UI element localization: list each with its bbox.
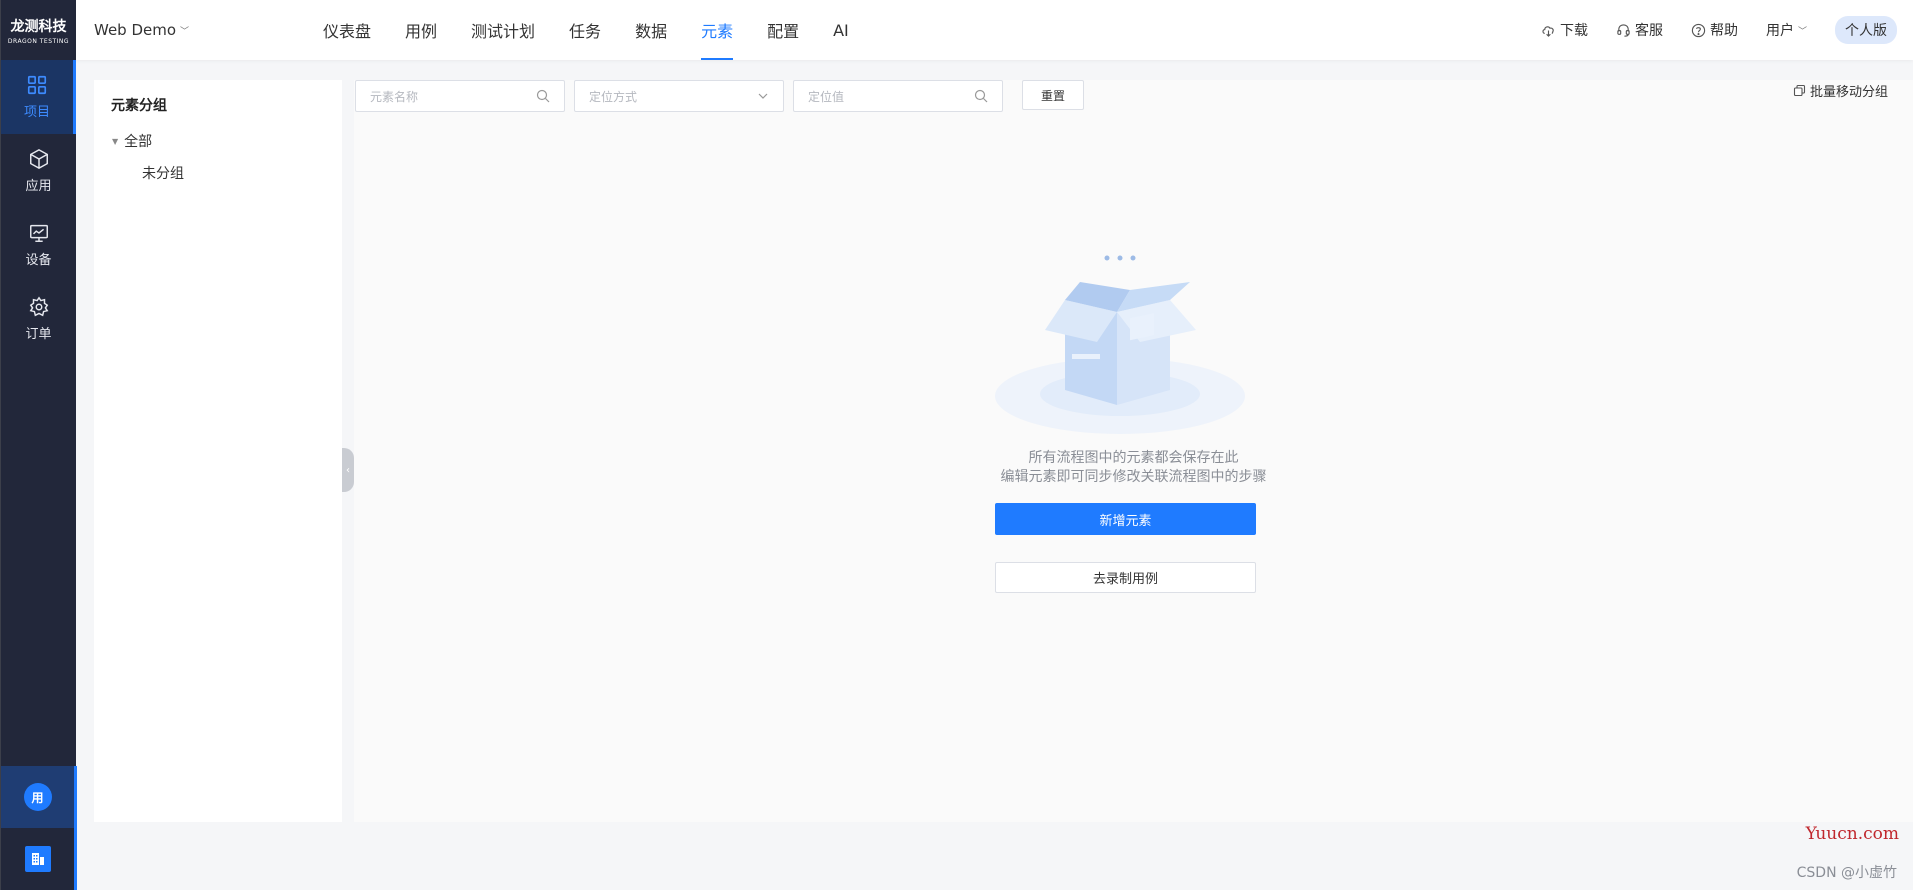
add-element-button[interactable]: 新增元素 bbox=[995, 503, 1256, 535]
reset-button[interactable]: 重置 bbox=[1022, 80, 1084, 110]
headset-icon bbox=[1617, 23, 1630, 37]
sidebar-item-label: 订单 bbox=[25, 327, 52, 342]
copy-icon bbox=[1793, 84, 1806, 97]
tab-test-plan[interactable]: 测试计划 bbox=[454, 0, 552, 60]
logo-cn: 龙测科技 bbox=[10, 18, 67, 35]
chevron-down-icon bbox=[757, 90, 769, 102]
tree-node-all[interactable]: ▼ 全部 bbox=[94, 125, 342, 157]
sidebar-item-label: 设备 bbox=[25, 253, 52, 268]
tab-data[interactable]: 数据 bbox=[618, 0, 684, 60]
sidebar-bottom: 用 bbox=[1, 766, 77, 890]
sidebar-item-order[interactable]: 订单 bbox=[1, 282, 76, 356]
tab-config[interactable]: 配置 bbox=[750, 0, 816, 60]
group-panel: 元素分组 ▼ 全部 未分组 bbox=[94, 80, 342, 822]
top-navbar: Web Demo ﹀ 仪表盘 用例 测试计划 任务 数据 元素 配置 AI 下载… bbox=[76, 0, 1913, 60]
help-link[interactable]: 帮助 bbox=[1691, 20, 1738, 40]
tab-tasks[interactable]: 任务 bbox=[552, 0, 618, 60]
collapse-panel-handle[interactable]: ‹ bbox=[342, 448, 354, 492]
service-label: 客服 bbox=[1634, 23, 1663, 39]
download-link[interactable]: 下载 bbox=[1541, 20, 1588, 40]
cloud-download-icon bbox=[1542, 25, 1554, 37]
site-watermark: Yuucn.com bbox=[1805, 824, 1899, 844]
user-menu[interactable]: 用户 ﹀ bbox=[1766, 20, 1807, 40]
credit-watermark: CSDN @小虚竹 bbox=[1796, 865, 1897, 881]
cube-icon bbox=[29, 148, 48, 170]
sidebar-item-project[interactable]: 项目 bbox=[1, 60, 76, 134]
top-right-actions: 下载 客服 帮助 用户 ﹀ 个人版 bbox=[1541, 16, 1913, 44]
tab-dashboard[interactable]: 仪表盘 bbox=[306, 0, 388, 60]
search-icon[interactable] bbox=[974, 89, 988, 103]
element-name-placeholder: 元素名称 bbox=[370, 89, 419, 104]
help-label: 帮助 bbox=[1709, 23, 1738, 39]
locate-value-placeholder: 定位值 bbox=[808, 89, 845, 104]
grid-icon bbox=[27, 75, 47, 95]
sidebar-item-app[interactable]: 应用 bbox=[1, 134, 76, 208]
edition-badge[interactable]: 个人版 bbox=[1835, 16, 1897, 44]
gear-icon bbox=[29, 296, 48, 317]
download-label: 下载 bbox=[1559, 23, 1588, 39]
monitor-icon bbox=[29, 224, 48, 242]
tab-cases[interactable]: 用例 bbox=[388, 0, 454, 60]
batch-move-group-button[interactable]: 批量移动分组 bbox=[1793, 80, 1888, 100]
chevron-down-icon: ﹀ bbox=[1797, 26, 1807, 37]
sidebar-item-label: 项目 bbox=[23, 105, 50, 120]
building-icon[interactable] bbox=[24, 846, 51, 872]
locate-method-placeholder: 定位方式 bbox=[589, 89, 638, 104]
sidebar: 龙测科技 DRAGON TESTING 项目 应用 设备 订单 用 bbox=[0, 0, 77, 890]
project-name: Web Demo bbox=[94, 21, 177, 39]
group-panel-title: 元素分组 bbox=[111, 98, 167, 114]
org-slot[interactable] bbox=[1, 828, 77, 890]
main-tabs: 仪表盘 用例 测试计划 任务 数据 元素 配置 AI bbox=[306, 0, 866, 60]
tab-ai[interactable]: AI bbox=[816, 0, 866, 60]
sidebar-item-label: 应用 bbox=[25, 179, 52, 194]
chevron-down-icon: ﹀ bbox=[180, 26, 190, 37]
element-content: 元素名称 定位方式 定位值 重置 批量移动分组 所有流程图中的元素都会保存在此 … bbox=[354, 80, 1913, 822]
locate-value-search[interactable]: 定位值 bbox=[793, 80, 1003, 112]
locate-method-select[interactable]: 定位方式 bbox=[574, 80, 784, 112]
tree-node-label: 全部 bbox=[124, 134, 153, 150]
sidebar-item-device[interactable]: 设备 bbox=[1, 208, 76, 282]
tree-node-label: 未分组 bbox=[142, 166, 184, 182]
service-link[interactable]: 客服 bbox=[1616, 20, 1663, 40]
empty-box-illustration bbox=[995, 255, 1245, 434]
record-case-button[interactable]: 去录制用例 bbox=[995, 562, 1256, 593]
tab-elements[interactable]: 元素 bbox=[684, 0, 750, 60]
chevron-left-icon: ‹ bbox=[346, 464, 350, 476]
help-icon bbox=[1691, 23, 1706, 37]
logo-en: DRAGON TESTING bbox=[7, 37, 70, 45]
search-icon[interactable] bbox=[536, 89, 550, 103]
user-label: 用户 bbox=[1765, 23, 1794, 39]
element-name-search[interactable]: 元素名称 bbox=[355, 80, 565, 112]
caret-down-icon[interactable]: ▼ bbox=[112, 137, 118, 146]
batch-move-label: 批量移动分组 bbox=[1809, 85, 1888, 100]
tree-node-ungrouped[interactable]: 未分组 bbox=[94, 157, 342, 189]
empty-message-line1: 所有流程图中的元素都会保存在此 bbox=[1028, 450, 1239, 466]
user-avatar-slot[interactable]: 用 bbox=[1, 766, 77, 828]
logo: 龙测科技 DRAGON TESTING bbox=[1, 0, 76, 60]
empty-message: 所有流程图中的元素都会保存在此 编辑元素即可同步修改关联流程图中的步骤 bbox=[354, 449, 1913, 487]
project-selector[interactable]: Web Demo ﹀ bbox=[76, 21, 306, 39]
avatar[interactable]: 用 bbox=[23, 783, 52, 811]
empty-message-line2: 编辑元素即可同步修改关联流程图中的步骤 bbox=[1000, 469, 1267, 485]
